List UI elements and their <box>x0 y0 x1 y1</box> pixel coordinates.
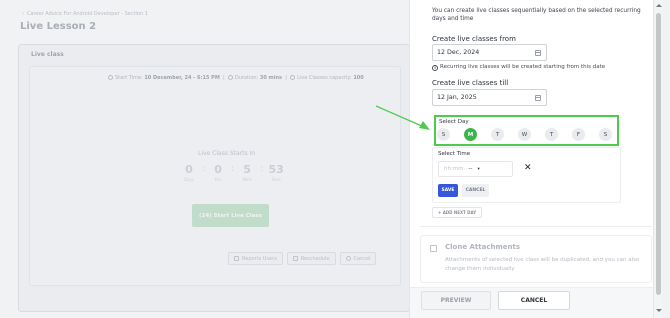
day-wednesday[interactable]: W <box>518 128 531 141</box>
from-date-field[interactable]: 12 Dec, 2024 <box>432 44 547 61</box>
clone-attachments-description: Attachments of selected live class will … <box>445 257 640 272</box>
day-picker: S M T W T F S <box>437 128 612 141</box>
from-date-value: 12 Dec, 2024 <box>437 49 480 56</box>
divider <box>420 226 652 227</box>
time-input[interactable]: hh:mm -- ▾ <box>438 161 513 177</box>
calendar-icon[interactable] <box>535 50 541 56</box>
scroll-up-arrow-icon[interactable] <box>656 4 662 7</box>
day-sunday[interactable]: S <box>437 128 450 141</box>
select-day-section: Select Day S M T W T F S <box>434 115 619 146</box>
from-date-label: Create live classes from <box>432 35 516 43</box>
drawer-intro-text: You can create live classes sequentially… <box>432 8 641 22</box>
calendar-icon[interactable] <box>535 95 541 101</box>
save-button[interactable]: SAVE <box>438 184 458 197</box>
time-placeholder: hh:mm <box>444 166 464 172</box>
day-friday[interactable]: F <box>572 128 585 141</box>
day-tuesday[interactable]: T <box>491 128 504 141</box>
recurring-classes-drawer: You can create live classes sequentially… <box>409 0 654 318</box>
info-icon: i <box>432 65 438 71</box>
close-icon[interactable]: ✕ <box>524 163 532 173</box>
cancel-time-button[interactable]: CANCEL <box>462 184 489 197</box>
chevron-down-icon[interactable]: ▾ <box>478 167 480 172</box>
drawer-footer: PREVIEW CANCEL <box>410 287 654 318</box>
select-day-label: Select Day <box>439 119 469 125</box>
till-date-value: 12 Jan, 2025 <box>437 94 477 101</box>
day-thursday[interactable]: T <box>545 128 558 141</box>
cancel-button[interactable]: CANCEL <box>498 291 570 310</box>
select-time-section: Select Time hh:mm -- ▾ ✕ SAVE CANCEL <box>432 147 621 203</box>
select-time-label: Select Time <box>438 151 471 157</box>
scrollbar[interactable] <box>653 0 663 318</box>
ampm-select[interactable]: -- <box>469 166 473 172</box>
add-next-day-button[interactable]: + ADD NEXT DAY <box>432 207 483 218</box>
till-date-label: Create live classes till <box>432 79 509 87</box>
scrollbar-thumb[interactable] <box>656 13 661 295</box>
day-saturday[interactable]: S <box>599 128 612 141</box>
till-date-field[interactable]: 12 Jan, 2025 <box>432 89 547 106</box>
clone-attachments-checkbox[interactable] <box>430 245 437 252</box>
clone-attachments-section: Clone Attachments Attachments of selecte… <box>420 235 652 283</box>
day-monday[interactable]: M <box>464 128 477 141</box>
preview-button[interactable]: PREVIEW <box>421 291 491 310</box>
scroll-down-arrow-icon[interactable] <box>656 309 662 312</box>
recurring-info-note: i Recurring live classes will be created … <box>432 64 605 71</box>
clone-attachments-title: Clone Attachments <box>445 243 521 251</box>
info-note-text: Recurring live classes will be created s… <box>440 64 606 70</box>
